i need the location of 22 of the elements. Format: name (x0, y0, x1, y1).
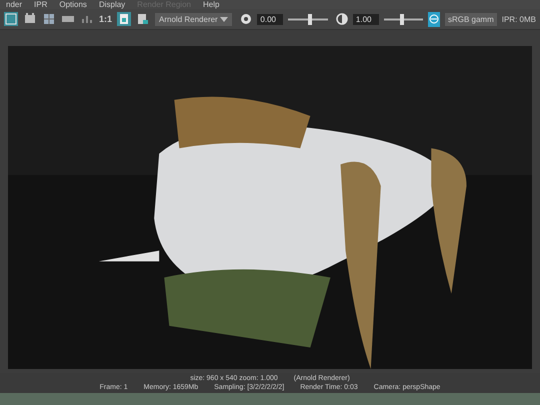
gamma-field[interactable]: 1.00 (352, 14, 379, 24)
renderer-dropdown[interactable]: Arnold Renderer (155, 12, 232, 26)
menu-item[interactable]: IPR (34, 0, 48, 9)
view-transform-field[interactable]: sRGB gamm (444, 12, 497, 26)
menu-item[interactable]: nder (6, 0, 22, 9)
menu-item[interactable]: Display (98, 0, 126, 9)
picture-icon[interactable] (117, 12, 132, 26)
menu-item[interactable]: Options (59, 0, 87, 9)
caret-icon (220, 16, 228, 22)
half-circle-icon[interactable] (336, 13, 348, 25)
frame-icon[interactable] (4, 12, 18, 26)
grid-icon[interactable] (42, 12, 56, 26)
clapper-icon[interactable] (23, 12, 37, 26)
ipr-memory-label: IPR: 0MB (502, 14, 536, 24)
one-to-one-button[interactable]: 1:1 (99, 14, 112, 24)
slider-thumb[interactable] (308, 14, 312, 24)
menu-item[interactable]: Help (202, 0, 220, 9)
aperture-icon[interactable] (240, 13, 252, 25)
picture-stack-icon[interactable] (136, 12, 150, 26)
color-management-toggle[interactable] (428, 12, 440, 26)
exposure-field[interactable]: 0.00 (257, 14, 284, 24)
slider-thumb[interactable] (400, 14, 404, 24)
